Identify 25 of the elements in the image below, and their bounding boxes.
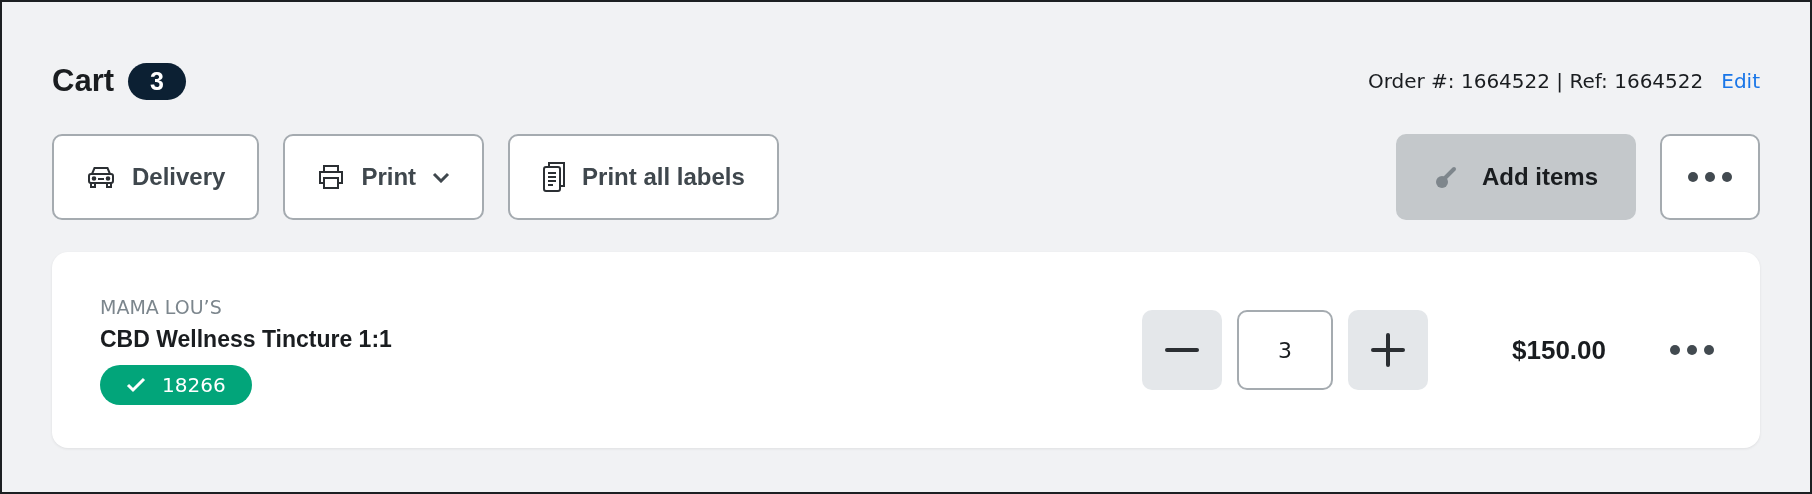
order-info: Order #: 1664522 | Ref: 1664522	[1367, 69, 1704, 93]
count-badge: 3	[128, 62, 186, 100]
increase-button[interactable]	[1348, 310, 1428, 390]
toolbar-button[interactable]: Print all labels	[508, 134, 779, 220]
car-icon	[86, 165, 116, 189]
cart-title: Cart	[52, 63, 114, 99]
toolbar-button[interactable]: Print	[283, 134, 485, 220]
more-icon	[1688, 172, 1732, 182]
package-tag: 18266	[100, 364, 252, 405]
quantity-field[interactable]: 3	[1237, 310, 1333, 390]
edit-link[interactable]: Edit	[1721, 69, 1760, 93]
documents-icon	[542, 162, 567, 192]
decrease-button[interactable]	[1142, 310, 1222, 390]
key-icon	[1436, 166, 1458, 188]
toolbar-button[interactable]: Delivery	[52, 134, 260, 220]
more-button[interactable]	[1660, 134, 1760, 220]
brand-name: MAMA LOU’S	[100, 295, 222, 318]
check-icon	[126, 376, 146, 393]
minus-icon	[1165, 348, 1199, 352]
more-icon	[1670, 345, 1714, 355]
item-price: $150.00	[1512, 334, 1606, 366]
add-items-button[interactable]: Add items	[1396, 134, 1636, 220]
printer-icon	[317, 164, 346, 190]
product-name: CBD Wellness Tincture 1:1	[100, 325, 392, 353]
plus-icon	[1371, 333, 1405, 367]
